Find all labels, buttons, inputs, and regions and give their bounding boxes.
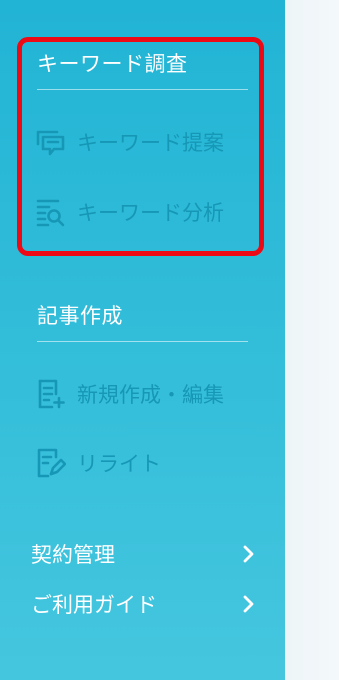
chevron-right-icon (240, 595, 256, 613)
chevron-right-icon (240, 545, 256, 563)
section-title-article-creation: 記事作成 (37, 304, 123, 328)
highlight-outline (17, 37, 264, 256)
nav-item-new-article[interactable]: 新規作成・編集 (34, 374, 259, 414)
section-divider (37, 341, 248, 342)
link-user-guide[interactable]: ご利用ガイド (31, 587, 256, 621)
nav-item-rewrite[interactable]: リライト (34, 443, 259, 483)
new-article-icon (34, 378, 66, 410)
link-contract-management[interactable]: 契約管理 (31, 537, 256, 571)
nav-item-label: リライト (77, 452, 161, 476)
rewrite-icon (34, 447, 66, 479)
sidebar: キーワード調査 キーワード提案 キーワード分析 記事作成 新規作成・編集 リライ… (0, 0, 285, 680)
link-label: 契約管理 (31, 543, 115, 567)
main-content-area (285, 0, 339, 680)
nav-item-label: 新規作成・編集 (77, 383, 224, 407)
link-label: ご利用ガイド (31, 593, 157, 617)
